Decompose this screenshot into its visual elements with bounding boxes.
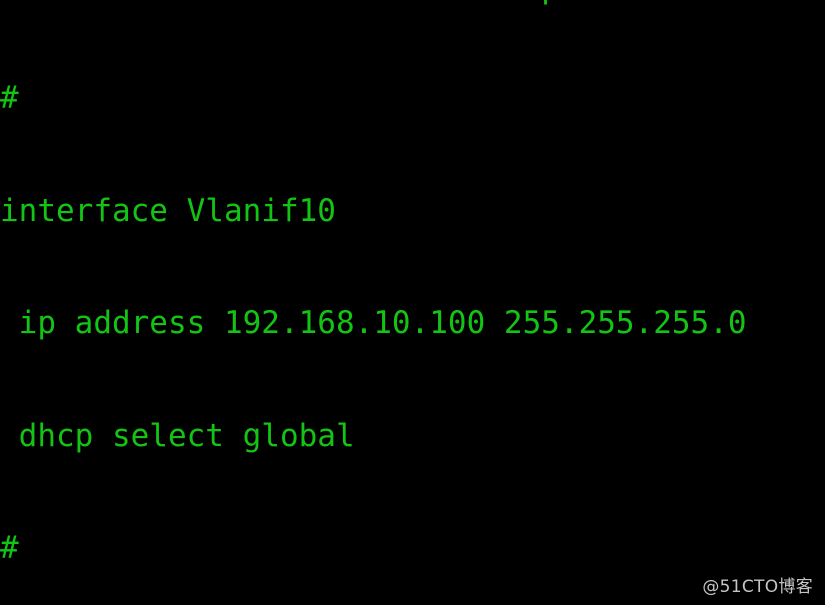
console-line: ip address 192.168.10.100 255.255.255.0 — [0, 305, 747, 341]
console-line: dhcp select global — [0, 417, 355, 454]
terminal-console[interactable]: ip # interface Vlanif10 ip address 192.1… — [0, 0, 825, 605]
console-output: # interface Vlanif10 ip address 192.168.… — [0, 5, 825, 605]
site-watermark: @51CTO博客 — [702, 577, 813, 597]
console-line: # — [0, 80, 19, 116]
console-line: # — [0, 530, 19, 566]
console-line: interface Vlanif10 — [0, 192, 336, 229]
